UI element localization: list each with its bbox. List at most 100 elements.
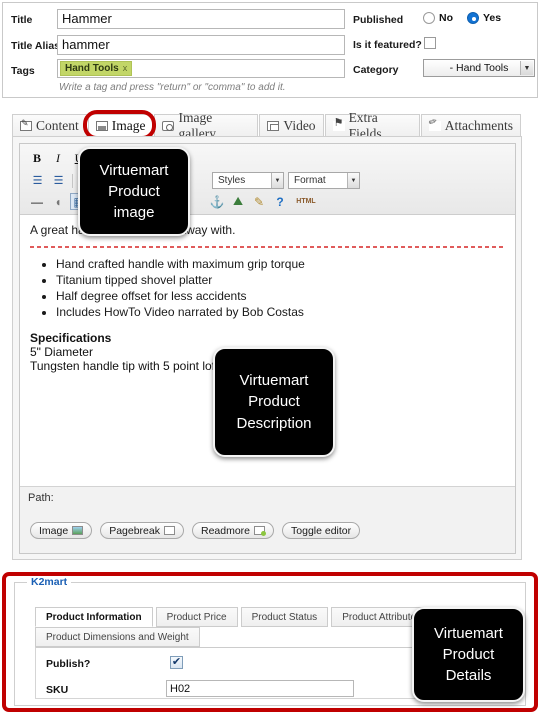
numbered-list-icon[interactable]: ☰ bbox=[49, 172, 67, 189]
styles-dropdown[interactable]: Styles ▼ bbox=[212, 172, 284, 189]
italic-icon[interactable]: I bbox=[49, 150, 67, 167]
callout-line: Product bbox=[442, 645, 495, 663]
image-insert-icon bbox=[72, 526, 84, 535]
tag-chip-label: Hand Tools bbox=[65, 63, 119, 74]
tab-attachments-label: Attachments bbox=[444, 117, 513, 133]
k2-sku-label: SKU bbox=[46, 684, 69, 696]
specifications-heading: Specifications bbox=[30, 331, 112, 345]
callout-line: Virtuemart bbox=[239, 372, 309, 390]
callout-line: Product bbox=[108, 182, 160, 200]
title-label: Title bbox=[11, 14, 33, 26]
bullet-list-icon[interactable]: ☰ bbox=[28, 172, 46, 189]
gallery-icon bbox=[162, 120, 175, 131]
content-icon bbox=[20, 118, 32, 131]
k2mart-legend: K2mart bbox=[27, 576, 72, 588]
readmore-button[interactable]: Readmore bbox=[191, 522, 275, 539]
toggle-editor-button[interactable]: Toggle editor bbox=[282, 522, 361, 539]
list-item: Half degree offset for less accidents bbox=[56, 289, 505, 303]
pagebreak-button-label: Pagebreak bbox=[109, 524, 160, 537]
tab-extra-fields[interactable]: Extra Fields bbox=[324, 110, 420, 141]
image-icon bbox=[95, 120, 108, 131]
video-icon bbox=[267, 120, 280, 131]
format-dropdown[interactable]: Format ▼ bbox=[288, 172, 360, 189]
callout-line: Details bbox=[445, 667, 492, 685]
callout-virtuemart-product-description: Virtuemart Product Description bbox=[213, 347, 335, 457]
k2-tab-product-dimensions-and-weight[interactable]: Product Dimensions and Weight bbox=[35, 627, 200, 647]
toolbar-divider bbox=[72, 173, 73, 188]
anchor-icon[interactable]: ⚓ bbox=[208, 193, 226, 210]
tag-remove-icon[interactable]: x bbox=[123, 61, 128, 76]
callout-virtuemart-product-image: Virtuemart Product image bbox=[78, 147, 190, 236]
callout-line: Virtuemart bbox=[99, 161, 169, 179]
insert-image-button-label: Image bbox=[39, 524, 69, 537]
published-yes-radio[interactable] bbox=[467, 12, 479, 24]
category-label: Category bbox=[353, 64, 399, 76]
published-no-label: No bbox=[439, 12, 453, 24]
path-label: Path: bbox=[28, 491, 54, 504]
insert-image-icon[interactable]: ⛰ bbox=[229, 193, 247, 210]
k2-publish-label: Publish? bbox=[46, 658, 91, 670]
callout-line: image bbox=[113, 204, 155, 222]
chevron-down-icon[interactable]: ▼ bbox=[347, 173, 359, 188]
k2-tab-product-price[interactable]: Product Price bbox=[155, 607, 238, 627]
featured-label: Is it featured? bbox=[353, 39, 422, 51]
html-source-icon[interactable]: HTML bbox=[292, 193, 320, 210]
k2-sku-input[interactable]: H02 bbox=[166, 680, 354, 697]
list-item: Titanium tipped shovel platter bbox=[56, 273, 505, 287]
help-icon[interactable]: ? bbox=[271, 193, 289, 210]
tab-content-label: Content bbox=[36, 117, 79, 133]
insert-image-button[interactable]: Image bbox=[30, 522, 93, 539]
extra-fields-icon bbox=[332, 116, 345, 131]
title-alias-input[interactable]: hammer bbox=[57, 35, 345, 55]
content-horizontal-rule bbox=[30, 246, 505, 248]
title-alias-label: Title Alias bbox=[11, 40, 61, 52]
title-input[interactable]: Hammer bbox=[57, 9, 345, 29]
callout-line: Virtuemart bbox=[434, 624, 503, 642]
styles-dropdown-value: Styles bbox=[218, 175, 246, 186]
tab-content[interactable]: Content bbox=[12, 114, 87, 136]
featured-checkbox[interactable] bbox=[424, 37, 436, 49]
toggle-editor-button-label: Toggle editor bbox=[291, 524, 352, 537]
article-form-panel: Title Hammer Title Alias hammer Tags Han… bbox=[2, 2, 538, 98]
tab-image[interactable]: Image bbox=[87, 114, 154, 136]
published-yes-label: Yes bbox=[483, 12, 502, 24]
tags-input[interactable]: Hand Tools x bbox=[57, 59, 345, 78]
tab-video-label: Video bbox=[283, 117, 316, 133]
category-select[interactable]: - Hand Tools ▼ bbox=[423, 59, 535, 77]
tag-chip-hand-tools[interactable]: Hand Tools x bbox=[60, 61, 133, 76]
tab-attachments[interactable]: Attachments bbox=[420, 114, 521, 136]
published-radio-group[interactable]: No Yes bbox=[423, 12, 501, 24]
tab-video[interactable]: Video bbox=[259, 114, 324, 136]
pagebreak-button[interactable]: Pagebreak bbox=[100, 522, 184, 539]
callout-line: Product bbox=[248, 393, 300, 411]
k2mart-tabs-row-2: Product Dimensions and Weight bbox=[35, 627, 203, 647]
content-bullet-list: Hand crafted handle with maximum grip to… bbox=[56, 257, 505, 319]
k2-tab-product-information[interactable]: Product Information bbox=[35, 607, 153, 627]
list-item: Hand crafted handle with maximum grip to… bbox=[56, 257, 505, 271]
cleanup-icon[interactable]: ✎ bbox=[250, 193, 268, 210]
published-no-radio[interactable] bbox=[423, 12, 435, 24]
editor-button-bar: Image Pagebreak Readmore Toggle editor bbox=[20, 508, 515, 553]
k2-tab-product-status[interactable]: Product Status bbox=[240, 607, 329, 627]
category-selected-value: - Hand Tools bbox=[449, 62, 509, 74]
attachments-icon bbox=[428, 120, 441, 131]
format-dropdown-value: Format bbox=[294, 175, 326, 186]
tab-image-gallery[interactable]: Image gallery bbox=[154, 110, 259, 141]
tags-hint-text: Write a tag and press "return" or "comma… bbox=[59, 82, 286, 93]
list-item: Includes HowTo Video narrated by Bob Cos… bbox=[56, 305, 505, 319]
callout-line: Description bbox=[236, 414, 312, 432]
editor-path-bar: Path: bbox=[20, 486, 515, 508]
pagebreak-icon bbox=[163, 526, 175, 535]
tab-image-label: Image bbox=[111, 117, 146, 133]
eraser-icon[interactable]: ◖ bbox=[49, 193, 67, 210]
callout-virtuemart-product-details: Virtuemart Product Details bbox=[412, 607, 525, 702]
readmore-icon bbox=[254, 526, 267, 536]
editor-tabbar: Content Image Image gallery Video Extra … bbox=[12, 110, 522, 141]
k2-publish-checkbox[interactable]: ✔ bbox=[170, 656, 183, 669]
readmore-button-label: Readmore bbox=[200, 524, 251, 537]
horizontal-rule-icon[interactable]: — bbox=[28, 193, 46, 210]
bold-icon[interactable]: B bbox=[28, 150, 46, 167]
chevron-down-icon[interactable]: ▼ bbox=[271, 173, 283, 188]
chevron-down-icon[interactable]: ▼ bbox=[520, 61, 533, 75]
published-label: Published bbox=[353, 14, 404, 26]
